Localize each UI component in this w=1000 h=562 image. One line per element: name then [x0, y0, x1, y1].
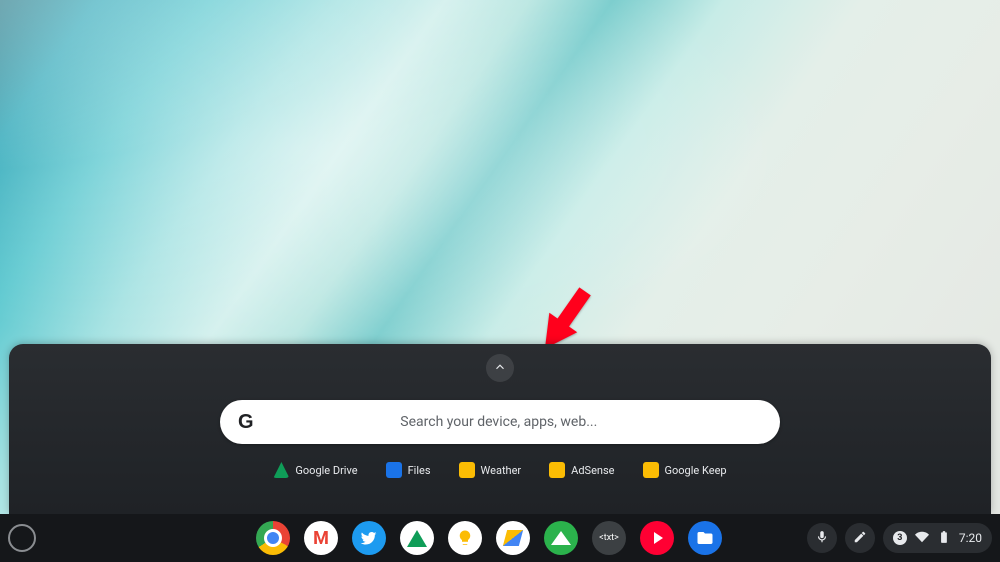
drive-icon: [273, 462, 289, 478]
microphone-icon: [815, 530, 829, 547]
shelf-app-gmail[interactable]: [304, 521, 338, 555]
shelf-app-text[interactable]: <txt>: [592, 521, 626, 555]
shelf-app-twitter[interactable]: [352, 521, 386, 555]
suggestion-label: AdSense: [571, 464, 614, 477]
suggestion-weather[interactable]: Weather: [459, 462, 522, 478]
suggestion-adsense[interactable]: AdSense: [549, 462, 614, 478]
shelf-app-files[interactable]: [688, 521, 722, 555]
suggestion-label: Google Keep: [665, 464, 727, 477]
launcher-button[interactable]: [8, 524, 36, 552]
lightbulb-icon: [456, 529, 474, 547]
system-tray[interactable]: 3 7:20: [883, 523, 992, 553]
search-placeholder-text: Search your device, apps, web...: [236, 414, 762, 430]
suggestion-label: Weather: [481, 464, 522, 477]
shelf-app-feedly[interactable]: [544, 521, 578, 555]
notification-count-badge: 3: [893, 531, 907, 545]
stylus-tools-button[interactable]: [845, 523, 875, 553]
suggestion-files[interactable]: Files: [386, 462, 431, 478]
assistant-mic-button[interactable]: [807, 523, 837, 553]
adsense-icon: [549, 462, 565, 478]
files-icon: [386, 462, 402, 478]
txt-icon: <txt>: [599, 533, 619, 543]
shelf-pinned-apps: <txt>: [256, 521, 722, 555]
folder-icon: [696, 529, 714, 547]
adsense-icon: [503, 530, 523, 546]
keep-icon: [643, 462, 659, 478]
twitter-icon: [360, 529, 378, 547]
shelf-app-chrome[interactable]: [256, 521, 290, 555]
battery-icon: [937, 530, 951, 547]
launcher-panel: G Search your device, apps, web... Googl…: [9, 344, 991, 514]
status-area: 3 7:20: [807, 523, 992, 553]
desktop-wallpaper: G Search your device, apps, web... Googl…: [0, 0, 1000, 562]
suggestion-label: Files: [408, 464, 431, 477]
pen-icon: [853, 530, 867, 547]
drive-triangle-icon: [407, 530, 427, 547]
launcher-search-bar[interactable]: G Search your device, apps, web...: [220, 400, 780, 444]
shelf: <txt> 3: [0, 514, 1000, 562]
feedly-icon: [551, 531, 571, 545]
suggestion-google-drive[interactable]: Google Drive: [273, 462, 357, 478]
suggestion-google-keep[interactable]: Google Keep: [643, 462, 727, 478]
wifi-icon: [915, 530, 929, 547]
weather-icon: [459, 462, 475, 478]
shelf-app-drive[interactable]: [400, 521, 434, 555]
shelf-app-keep[interactable]: [448, 521, 482, 555]
launcher-expand-button[interactable]: [486, 354, 514, 382]
chevron-up-icon: [493, 359, 507, 378]
shelf-app-youtube-music[interactable]: [640, 521, 674, 555]
clock-text: 7:20: [959, 531, 982, 545]
suggestion-label: Google Drive: [295, 464, 357, 477]
shelf-app-adsense[interactable]: [496, 521, 530, 555]
launcher-suggestions-row: Google Drive Files Weather AdSense Googl…: [273, 462, 726, 478]
